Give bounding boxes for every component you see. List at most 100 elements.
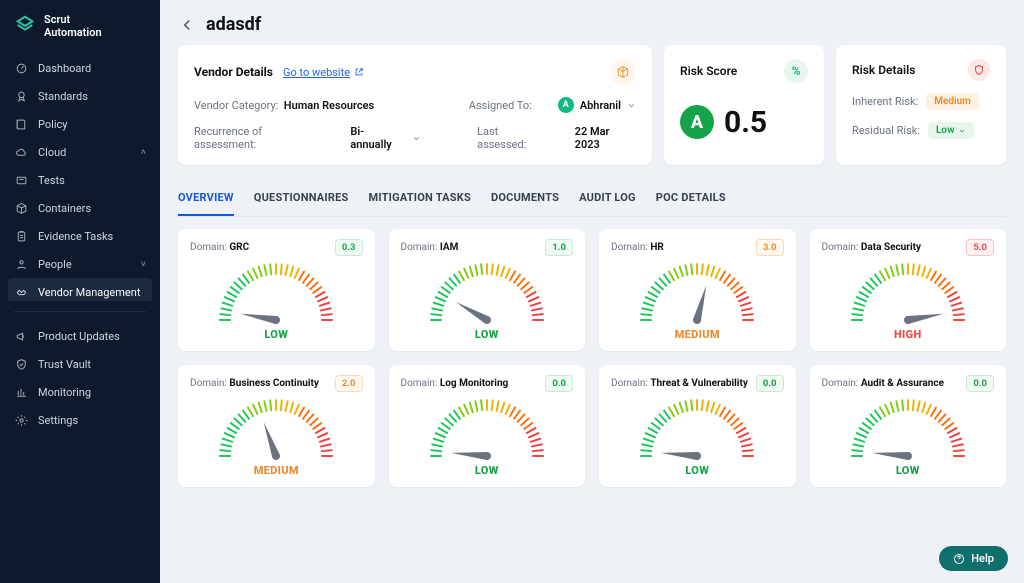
user-icon [14, 257, 28, 271]
handshake-icon [14, 285, 28, 299]
residual-risk-select[interactable]: Low [928, 122, 974, 139]
gear-icon [14, 413, 28, 427]
shield-icon [968, 59, 990, 81]
risk-score-card: Risk Score % A 0.5 [664, 45, 824, 165]
go-to-website-link[interactable]: Go to website [283, 66, 364, 79]
sidebar-item-policy[interactable]: Policy [0, 110, 160, 138]
domain-label: Domain: [822, 242, 861, 253]
recurrence-select[interactable]: Bi-annually [350, 125, 421, 151]
sidebar-item-product-updates[interactable]: Product Updates [0, 322, 160, 350]
tab-overview[interactable]: OVERVIEW [178, 181, 234, 216]
logo-text: Scrut Automation [44, 14, 102, 39]
domain-label: Domain: [611, 378, 650, 389]
gauge: LOW [401, 398, 574, 477]
sidebar-item-label: Standards [38, 90, 88, 103]
tab-audit-log[interactable]: AUDIT LOG [579, 181, 636, 216]
chart-icon [14, 385, 28, 399]
sidebar-item-vendor-management[interactable]: Vendor Management [8, 278, 152, 301]
sidebar-item-label: Settings [38, 414, 78, 427]
domain-card-data-security: Domain: Data Security5.0HIGH [810, 229, 1007, 351]
page-title: adasdf [206, 14, 261, 35]
domain-card-grc: Domain: GRC0.3LOW [178, 229, 375, 351]
sidebar-item-cloud[interactable]: Cloud˄ [0, 138, 160, 166]
award-icon [14, 89, 28, 103]
sidebar-item-label: Containers [38, 202, 91, 215]
risk-score-title: Risk Score [680, 64, 737, 78]
gauge: LOW [611, 398, 784, 477]
vendor-details-header: Vendor Details Go to website [194, 59, 636, 85]
risk-score-value: 0.5 [724, 105, 767, 140]
sidebar-item-trust-vault[interactable]: Trust Vault [0, 350, 160, 378]
domain-label: Domain: [190, 378, 229, 389]
vendor-details-card: Vendor Details Go to website Vendor Cate… [178, 45, 652, 165]
gauge: MEDIUM [611, 262, 784, 341]
gauge-icon [14, 61, 28, 75]
sidebar-item-label: Vendor Management [38, 286, 140, 299]
domain-rating: LOW [264, 328, 288, 341]
domain-name: Log Monitoring [440, 378, 508, 389]
sidebar-item-people[interactable]: People ˅ [0, 250, 160, 278]
chevron-down-icon [627, 101, 636, 110]
flask-icon [14, 173, 28, 187]
domain-card-business-continuity: Domain: Business Continuity 2.0 MEDIUM [178, 365, 375, 487]
logo-icon [14, 14, 36, 40]
sidebar: Scrut Automation Dashboard Standards Polic… [0, 0, 160, 583]
top-cards: Vendor Details Go to website Vendor Cate… [178, 45, 1006, 165]
domain-card-log-monitoring: Domain: Log Monitoring0.0LOW [389, 365, 586, 487]
book-icon [14, 117, 28, 131]
sidebar-item-settings[interactable]: Settings [0, 406, 160, 434]
domain-label: Domain: [611, 242, 650, 253]
risk-details-card: Risk Details Inherent Risk: Medium Resid… [836, 45, 1006, 165]
tab-mitigation-tasks[interactable]: MITIGATION TASKS [369, 181, 471, 216]
domain-score-chip: 2.0 [335, 375, 363, 392]
cloud-icon [14, 145, 28, 159]
chevron-down-icon: ˅ [141, 259, 146, 270]
risk-grade-badge: A [680, 105, 714, 139]
tab-questionnaires[interactable]: QUESTIONNAIRES [254, 181, 349, 216]
back-arrow-icon[interactable] [178, 16, 196, 34]
domain-rating: LOW [685, 464, 709, 477]
tabs: OVERVIEW QUESTIONNAIRES MITIGATION TASKS DO… [178, 181, 1006, 217]
nav-main: Dashboard Standards Policy Cloud˄ Tests Conta… [0, 54, 160, 301]
sidebar-item-evidence-tasks[interactable]: Evidence Tasks [0, 222, 160, 250]
tab-poc-details[interactable]: POC DETAILS [656, 181, 726, 216]
domain-grid: Domain: GRC0.3LOWDomain: IAM1.0LOWDomain… [178, 229, 1006, 487]
domain-label: Domain: [401, 378, 440, 389]
clipboard-icon [14, 229, 28, 243]
sidebar-item-label: Policy [38, 118, 67, 131]
cube-icon [14, 201, 28, 215]
vendor-row-2: Recurrence of assessment: Bi-annually La… [194, 125, 636, 151]
domain-rating: MEDIUM [254, 464, 299, 477]
gauge: MEDIUM [190, 398, 363, 477]
assignee-select[interactable]: A Abhranil [558, 97, 636, 113]
domain-rating: LOW [475, 464, 499, 477]
domain-label: Domain: [822, 378, 861, 389]
domain-rating: HIGH [894, 328, 922, 341]
risk-details-title: Risk Details [852, 63, 915, 77]
logo: Scrut Automation [0, 14, 160, 54]
domain-name: Audit & Assurance [861, 378, 944, 389]
domain-name: Business Continuity [229, 378, 319, 389]
chevron-down-icon [958, 127, 966, 135]
sidebar-item-label: Evidence Tasks [38, 230, 113, 243]
help-button[interactable]: Help [939, 546, 1008, 571]
domain-card-hr: Domain: HR3.0MEDIUM [599, 229, 796, 351]
nav-footer: Product Updates Trust VaultMonitoring Sett… [0, 322, 160, 569]
domain-score-chip: 0.3 [335, 239, 363, 256]
tab-documents[interactable]: DOCUMENTS [491, 181, 559, 216]
sidebar-item-containers[interactable]: Containers [0, 194, 160, 222]
domain-score-chip: 0.0 [966, 375, 994, 392]
domain-score-chip: 0.0 [756, 375, 784, 392]
domain-score-chip: 5.0 [966, 239, 994, 256]
sidebar-item-tests[interactable]: Tests [0, 166, 160, 194]
sidebar-item-standards[interactable]: Standards [0, 82, 160, 110]
sidebar-item-dashboard[interactable]: Dashboard [0, 54, 160, 82]
domain-card-threat-vulnerability: Domain: Threat & Vulnerability 0.0 LOW [599, 365, 796, 487]
domain-name: Threat & Vulnerability [650, 378, 748, 389]
domain-rating: LOW [475, 328, 499, 341]
sidebar-item-monitoring[interactable]: Monitoring [0, 378, 160, 406]
sidebar-item-label: People [38, 258, 72, 271]
domain-label: Domain: [190, 242, 229, 253]
sidebar-item-label: Tests [38, 174, 65, 187]
sidebar-item-label: Product Updates [38, 330, 120, 343]
